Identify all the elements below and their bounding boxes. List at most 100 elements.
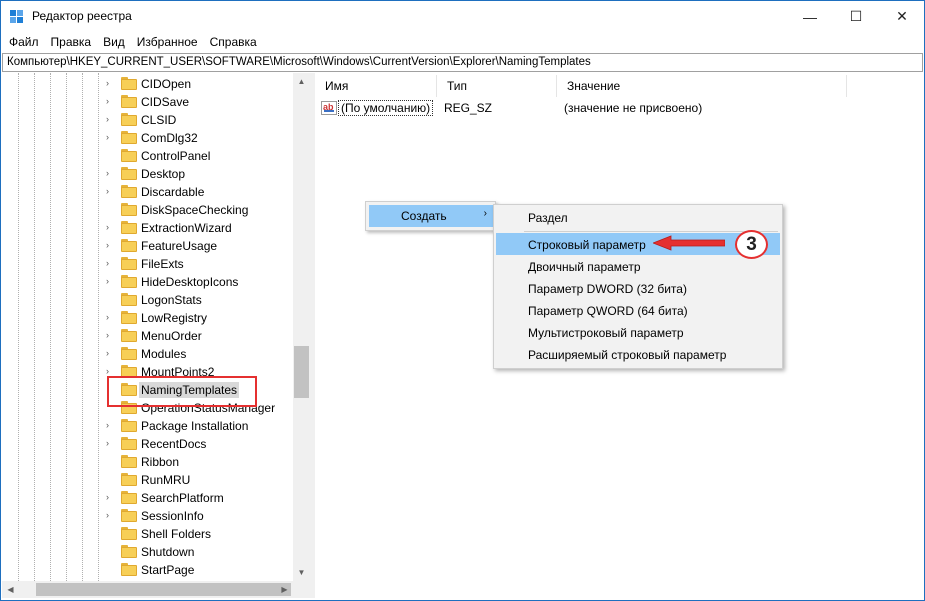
column-header-name[interactable]: Имя <box>315 75 437 97</box>
scroll-left-arrow-icon[interactable]: ◀ <box>2 581 19 598</box>
tree-item[interactable]: › RecentDocs <box>2 435 294 453</box>
close-button[interactable]: ✕ <box>879 1 925 32</box>
context-menu: Создать › <box>365 201 496 231</box>
menu-view[interactable]: Вид <box>97 32 131 52</box>
submenu-item[interactable]: Расширяемый строковый параметр <box>496 343 780 365</box>
folder-icon <box>121 419 137 432</box>
folder-icon <box>121 455 137 468</box>
menu-item-create[interactable]: Создать › <box>369 205 493 227</box>
menu-separator <box>524 231 778 232</box>
tree-item[interactable]: › CIDSave <box>2 93 294 111</box>
tree-item[interactable]: Ribbon <box>2 453 294 471</box>
tree-item[interactable]: › CIDOpen <box>2 75 294 93</box>
menu-edit[interactable]: Правка <box>45 32 98 52</box>
expand-chevron-icon[interactable]: › <box>106 187 114 196</box>
folder-icon <box>121 239 137 252</box>
menu-favorites[interactable]: Избранное <box>131 32 204 52</box>
scroll-right-arrow-icon[interactable]: ▶ <box>276 581 293 598</box>
expand-chevron-icon[interactable]: › <box>106 115 114 124</box>
column-header-type[interactable]: Тип <box>437 75 557 97</box>
tree-item[interactable]: › Discardable <box>2 183 294 201</box>
menu-file[interactable]: Файл <box>3 32 45 52</box>
tree-item[interactable]: › ExtractionWizard <box>2 219 294 237</box>
tree-item-label: SessionInfo <box>141 509 204 523</box>
tree-item-label: StartPage <box>141 563 195 577</box>
scroll-thumb-horizontal[interactable] <box>36 583 291 596</box>
tree-item[interactable]: DiskSpaceChecking <box>2 201 294 219</box>
folder-icon <box>121 221 137 234</box>
tree-item[interactable]: StartPage <box>2 561 294 579</box>
tree-item[interactable]: › Modules <box>2 345 294 363</box>
expand-chevron-icon[interactable]: › <box>106 313 114 322</box>
address-bar[interactable]: Компьютер\HKEY_CURRENT_USER\SOFTWARE\Mic… <box>2 53 923 72</box>
expand-chevron-icon[interactable]: › <box>106 421 114 430</box>
folder-icon <box>121 149 137 162</box>
tree-item[interactable]: RunMRU <box>2 471 294 489</box>
expand-chevron-icon[interactable]: › <box>106 241 114 250</box>
tree-item[interactable]: › CLSID <box>2 111 294 129</box>
tree-item-label: Shutdown <box>141 545 195 559</box>
expand-chevron-icon[interactable]: › <box>106 277 114 286</box>
submenu-item[interactable]: Параметр QWORD (64 бита) <box>496 299 780 321</box>
tree-item[interactable]: LogonStats <box>2 291 294 309</box>
tree-item-label: RecentDocs <box>141 437 207 451</box>
tree-item-label: LowRegistry <box>141 311 208 325</box>
folder-icon <box>121 473 137 486</box>
tree-item[interactable]: Shell Folders <box>2 525 294 543</box>
submenu-arrow-icon: › <box>483 208 487 219</box>
folder-icon <box>121 185 137 198</box>
expand-chevron-icon[interactable]: › <box>106 511 114 520</box>
submenu-item[interactable]: Двоичный параметр <box>496 255 780 277</box>
tree-item-label: Discardable <box>141 185 205 199</box>
value-row[interactable]: ab (По умолчанию) REG_SZ (значение не пр… <box>315 99 915 117</box>
tree-item[interactable]: › ComDlg32 <box>2 129 294 147</box>
tree-item-label: LogonStats <box>141 293 202 307</box>
tree-item[interactable]: ControlPanel <box>2 147 294 165</box>
folder-icon <box>121 203 137 216</box>
folder-icon <box>121 347 137 360</box>
submenu-item[interactable]: Раздел <box>496 206 780 228</box>
column-header-value[interactable]: Значение <box>557 75 847 97</box>
folder-icon <box>121 113 137 126</box>
submenu-item[interactable]: Мультистроковый параметр <box>496 321 780 343</box>
tree-item[interactable]: › Package Installation <box>2 417 294 435</box>
folder-icon <box>121 329 137 342</box>
tree-item[interactable]: Shutdown <box>2 543 294 561</box>
menu-help[interactable]: Справка <box>204 32 263 52</box>
folder-icon <box>121 563 137 576</box>
expand-chevron-icon[interactable]: › <box>106 439 114 448</box>
scroll-thumb[interactable] <box>294 346 309 398</box>
expand-chevron-icon[interactable]: › <box>106 331 114 340</box>
expand-chevron-icon[interactable]: › <box>106 223 114 232</box>
minimize-button[interactable]: — <box>787 1 833 32</box>
tree-item[interactable]: › LowRegistry <box>2 309 294 327</box>
tree-item[interactable]: › MenuOrder <box>2 327 294 345</box>
scroll-down-arrow-icon[interactable]: ▼ <box>293 564 310 581</box>
selection-highlight-frame <box>107 376 257 407</box>
annotation-arrow-icon <box>653 235 725 251</box>
expand-chevron-icon[interactable]: › <box>106 493 114 502</box>
expand-chevron-icon[interactable]: › <box>106 259 114 268</box>
folder-icon <box>121 95 137 108</box>
tree-item[interactable]: › SearchPlatform <box>2 489 294 507</box>
tree-item[interactable]: › Desktop <box>2 165 294 183</box>
folder-icon <box>121 491 137 504</box>
expand-chevron-icon[interactable]: › <box>106 79 114 88</box>
tree-item[interactable]: › FeatureUsage <box>2 237 294 255</box>
submenu-item[interactable]: Параметр DWORD (32 бита) <box>496 277 780 299</box>
scroll-up-arrow-icon[interactable]: ▲ <box>293 73 310 90</box>
tree-horizontal-scrollbar[interactable]: ◀ ▶ <box>2 581 310 598</box>
expand-chevron-icon[interactable]: › <box>106 169 114 178</box>
maximize-button[interactable]: ☐ <box>833 1 879 32</box>
expand-chevron-icon[interactable]: › <box>106 133 114 142</box>
expand-chevron-icon[interactable]: › <box>106 349 114 358</box>
tree-item[interactable]: › FileExts <box>2 255 294 273</box>
tree-item[interactable]: › HideDesktopIcons <box>2 273 294 291</box>
tree-item[interactable]: › SessionInfo <box>2 507 294 525</box>
tree-item-label: ControlPanel <box>141 149 211 163</box>
expand-chevron-icon[interactable]: › <box>106 367 114 376</box>
tree-item-label: Modules <box>141 347 187 361</box>
expand-chevron-icon[interactable]: › <box>106 97 114 106</box>
tree-vertical-scrollbar[interactable]: ▲ ▼ <box>293 73 310 581</box>
scroll-corner <box>293 581 310 598</box>
